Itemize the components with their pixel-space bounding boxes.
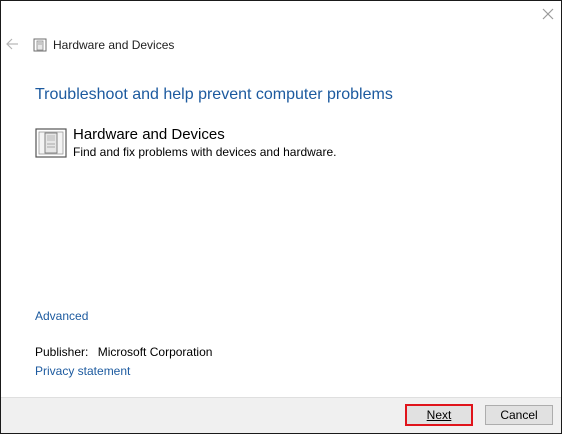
page-heading: Troubleshoot and help prevent computer p…	[35, 86, 393, 103]
troubleshooter-title: Hardware and Devices	[73, 126, 225, 143]
publisher-value: Microsoft Corporation	[97, 345, 213, 359]
window-title: Hardware and Devices	[53, 38, 175, 52]
advanced-link[interactable]: Advanced	[35, 309, 88, 323]
next-button-label: Next	[426, 408, 452, 422]
window-title-bar: Hardware and Devices	[33, 37, 174, 53]
back-arrow-icon	[6, 38, 18, 50]
privacy-statement-link[interactable]: Privacy statement	[35, 364, 130, 378]
hardware-devices-icon	[35, 128, 67, 158]
back-button[interactable]	[5, 37, 19, 51]
dialog-footer: Next Cancel	[1, 397, 561, 433]
cancel-button[interactable]: Cancel	[485, 405, 553, 425]
close-icon	[542, 8, 554, 20]
hardware-devices-icon	[33, 38, 47, 52]
close-button[interactable]	[539, 5, 557, 23]
publisher-info: Publisher: Microsoft Corporation	[35, 345, 212, 359]
troubleshooter-window: Hardware and Devices Troubleshoot and he…	[0, 0, 562, 434]
publisher-label: Publisher:	[35, 345, 89, 359]
troubleshooter-item: Hardware and Devices Find and fix proble…	[35, 126, 336, 160]
next-button[interactable]: Next	[405, 404, 473, 426]
troubleshooter-description: Find and fix problems with devices and h…	[73, 145, 337, 159]
cancel-button-label: Cancel	[500, 408, 538, 422]
